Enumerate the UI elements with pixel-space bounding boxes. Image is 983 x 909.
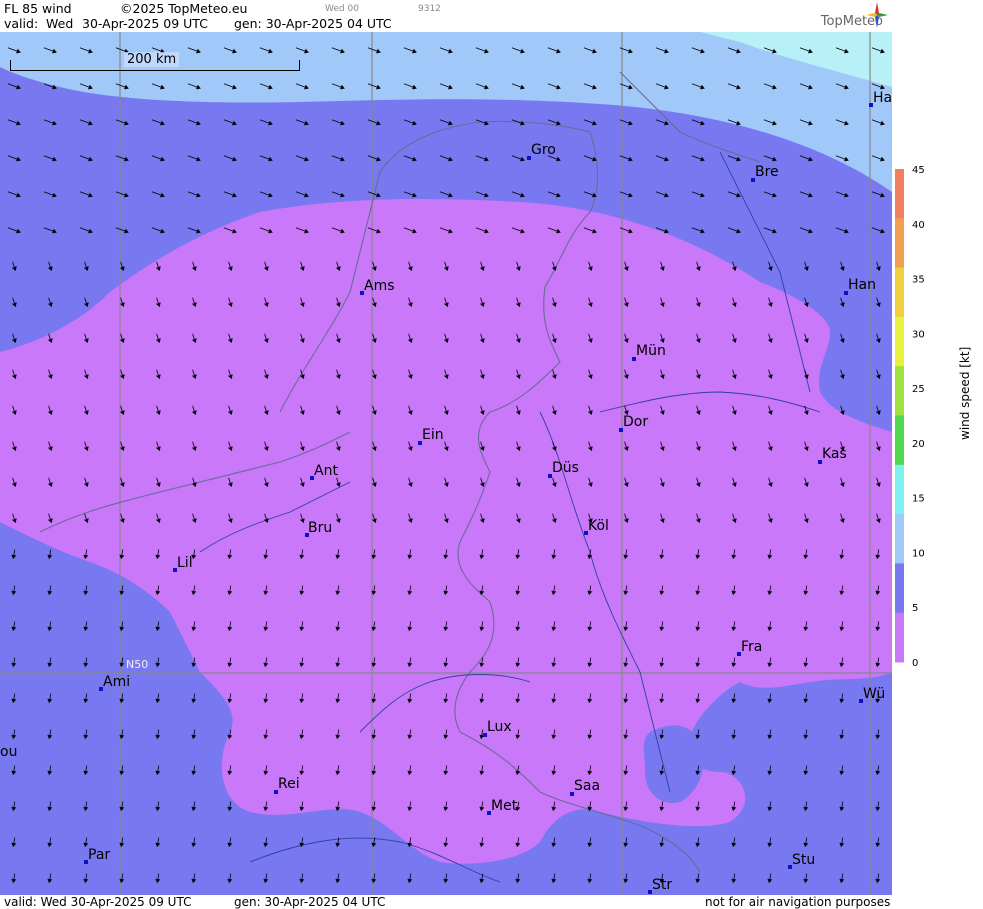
legend-colorbar: 45 40 35 30 25 20 15 10 5 0	[895, 165, 925, 669]
city-label[interactable]: Par	[88, 847, 110, 863]
legend-tick-label: 40	[912, 220, 925, 231]
city-label[interactable]: Str	[652, 877, 672, 893]
legend-color-step	[895, 464, 904, 515]
footer-valid: valid: Wed 30-Apr-2025 09 UTC	[4, 895, 192, 909]
city-label[interactable]: Ein	[422, 427, 444, 443]
legend-color-step	[895, 612, 904, 663]
city-label[interactable]: Dor	[623, 414, 648, 430]
header-bar: FL 85 wind ©2025 TopMeteo.eu Wed 00 9312…	[0, 0, 983, 32]
legend-color-step	[895, 366, 904, 416]
city-label[interactable]: Han	[848, 277, 876, 293]
generated-time: gen: 30-Apr-2025 04 UTC	[234, 16, 392, 31]
city-label[interactable]: Düs	[552, 460, 579, 476]
city-label[interactable]: Ams	[364, 278, 395, 294]
city-label[interactable]: Stu	[792, 852, 815, 868]
wind-map[interactable]: 200 km N50 Gro Bre Ha Ams Han Mün Dor Ei…	[0, 32, 892, 895]
legend-tick-label: 25	[912, 384, 925, 395]
city-label[interactable]: Köl	[588, 518, 609, 534]
legend-color-step	[895, 415, 904, 466]
run-id: 9312	[418, 4, 441, 14]
compass-logo-icon	[866, 2, 888, 28]
latitude-label: N50	[126, 658, 149, 671]
legend-color-step	[895, 514, 904, 564]
footer-generated: gen: 30-Apr-2025 04 UTC	[234, 895, 386, 909]
city-label[interactable]: Wü	[863, 686, 885, 702]
valid-time: 30-Apr-2025 09 UTC	[82, 16, 208, 31]
city-label[interactable]: Saa	[574, 778, 600, 794]
legend-tick-label: 5	[912, 603, 918, 614]
legend-color-step	[895, 316, 904, 367]
city-label[interactable]: Bre	[755, 164, 779, 180]
run-label: Wed 00	[325, 4, 359, 14]
legend-color-step	[895, 169, 904, 219]
legend-tick-label: 35	[912, 275, 925, 286]
city-label[interactable]: ou	[0, 744, 17, 760]
city-label[interactable]: Lux	[487, 719, 512, 735]
legend-tick-label: 45	[912, 165, 925, 176]
valid-day: Wed	[46, 16, 74, 31]
legend-color-step	[895, 563, 904, 614]
footer-bar: valid: Wed 30-Apr-2025 09 UTC gen: 30-Ap…	[0, 895, 983, 909]
map-canvas	[0, 32, 892, 895]
legend-tick-label: 10	[912, 548, 925, 559]
city-label[interactable]: Ant	[314, 463, 338, 479]
legend-title: wind speed [kt]	[958, 346, 972, 440]
city-label[interactable]: Kas	[822, 446, 847, 462]
legend-color-step	[895, 267, 904, 318]
product-title: FL 85 wind	[4, 1, 72, 16]
legend-color-step	[895, 218, 904, 269]
city-label[interactable]: Mün	[636, 343, 666, 359]
city-label[interactable]: Bru	[308, 520, 332, 536]
valid-label: valid:	[4, 16, 39, 31]
scale-bar-label: 200 km	[124, 52, 180, 67]
legend-tick-label: 20	[912, 439, 925, 450]
footer-disclaimer: not for air navigation purposes	[705, 895, 891, 909]
legend-tick-label: 30	[912, 329, 925, 340]
city-label[interactable]: Ami	[103, 674, 130, 690]
legend-panel: 45 40 35 30 25 20 15 10 5 0	[892, 32, 983, 895]
city-label[interactable]: Fra	[741, 639, 762, 655]
city-label[interactable]: Rei	[278, 776, 300, 792]
city-label[interactable]: Ha	[873, 90, 892, 106]
legend-tick-label: 0	[912, 658, 918, 669]
copyright: ©2025 TopMeteo.eu	[120, 1, 248, 16]
city-label[interactable]: Lil	[177, 555, 193, 571]
city-label[interactable]: Met	[491, 798, 517, 814]
city-label[interactable]: Gro	[531, 142, 556, 158]
legend-tick-label: 15	[912, 494, 925, 505]
